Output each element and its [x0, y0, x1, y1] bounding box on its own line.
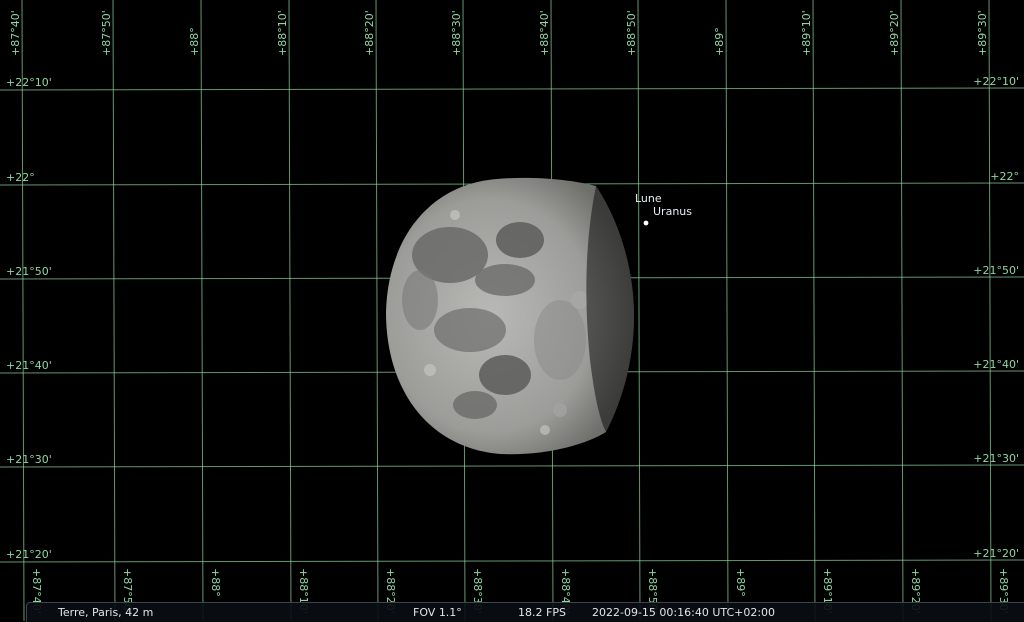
sky-view[interactable]: +87°40'+87°40'+87°50'+87°50'+88°+88°+88°… — [0, 0, 1024, 621]
grid-ra-label-top: +88° — [188, 27, 201, 56]
location-text[interactable]: Terre, Paris, 42 m — [58, 606, 153, 619]
grid-ra-label-top: +89° — [713, 27, 726, 56]
grid-meridian-line — [21, 0, 25, 621]
grid-ra-label-top: +87°50' — [100, 10, 113, 56]
grid-dec-label-right: +21°50' — [973, 264, 1019, 277]
grid-ra-label-top: +88°10' — [276, 10, 289, 56]
grid-parallel-line — [0, 464, 1024, 468]
grid-dec-label-right: +21°40' — [973, 358, 1019, 371]
grid-meridian-line — [112, 0, 116, 621]
grid-meridian-line — [725, 0, 729, 621]
grid-dec-label-right: +21°30' — [973, 452, 1019, 465]
grid-dec-label-left: +21°50' — [6, 265, 52, 278]
grid-dec-label-right: +21°20' — [973, 547, 1019, 560]
fps-text: 18.2 FPS — [518, 606, 566, 619]
grid-meridian-line — [288, 0, 292, 621]
datetime-text[interactable]: 2022-09-15 00:16:40 UTC+02:00 — [592, 606, 775, 619]
grid-meridian-line — [375, 0, 379, 621]
grid-meridian-line — [900, 0, 904, 621]
grid-dec-label-left: +21°30' — [6, 453, 52, 466]
grid-dec-label-left: +22°10' — [6, 76, 52, 89]
fov-text[interactable]: FOV 1.1° — [413, 606, 462, 619]
grid-dec-label-left: +22° — [6, 171, 35, 184]
moon-label[interactable]: Lune — [635, 192, 662, 205]
grid-ra-label-bottom: +88° — [209, 568, 222, 597]
grid-dec-label-left: +21°40' — [6, 359, 52, 372]
grid-parallel-line — [0, 87, 1024, 91]
grid-ra-label-bottom: +89° — [734, 568, 747, 597]
grid-dec-label-right: +22° — [990, 170, 1019, 183]
grid-ra-label-top: +88°40' — [538, 10, 551, 56]
grid-ra-label-top: +89°10' — [800, 10, 813, 56]
grid-meridian-line — [200, 0, 204, 621]
uranus-dot[interactable] — [643, 220, 649, 226]
grid-dec-label-left: +21°20' — [6, 548, 52, 561]
grid-ra-label-top: +88°50' — [625, 10, 638, 56]
grid-dec-label-right: +22°10' — [973, 75, 1019, 88]
grid-ra-label-top: +88°20' — [363, 10, 376, 56]
grid-parallel-line — [0, 559, 1024, 563]
grid-meridian-line — [637, 0, 641, 621]
grid-meridian-line — [812, 0, 816, 621]
grid-ra-label-top: +88°30' — [450, 10, 463, 56]
grid-ra-label-top: +89°30' — [976, 10, 989, 56]
status-bar: Terre, Paris, 42 m FOV 1.1° 18.2 FPS 202… — [26, 602, 1024, 622]
grid-ra-label-top: +87°40' — [9, 10, 22, 56]
moon[interactable] — [386, 177, 634, 455]
uranus-label[interactable]: Uranus — [653, 205, 692, 218]
grid-ra-label-top: +89°20' — [888, 10, 901, 56]
grid-meridian-line — [988, 0, 992, 621]
